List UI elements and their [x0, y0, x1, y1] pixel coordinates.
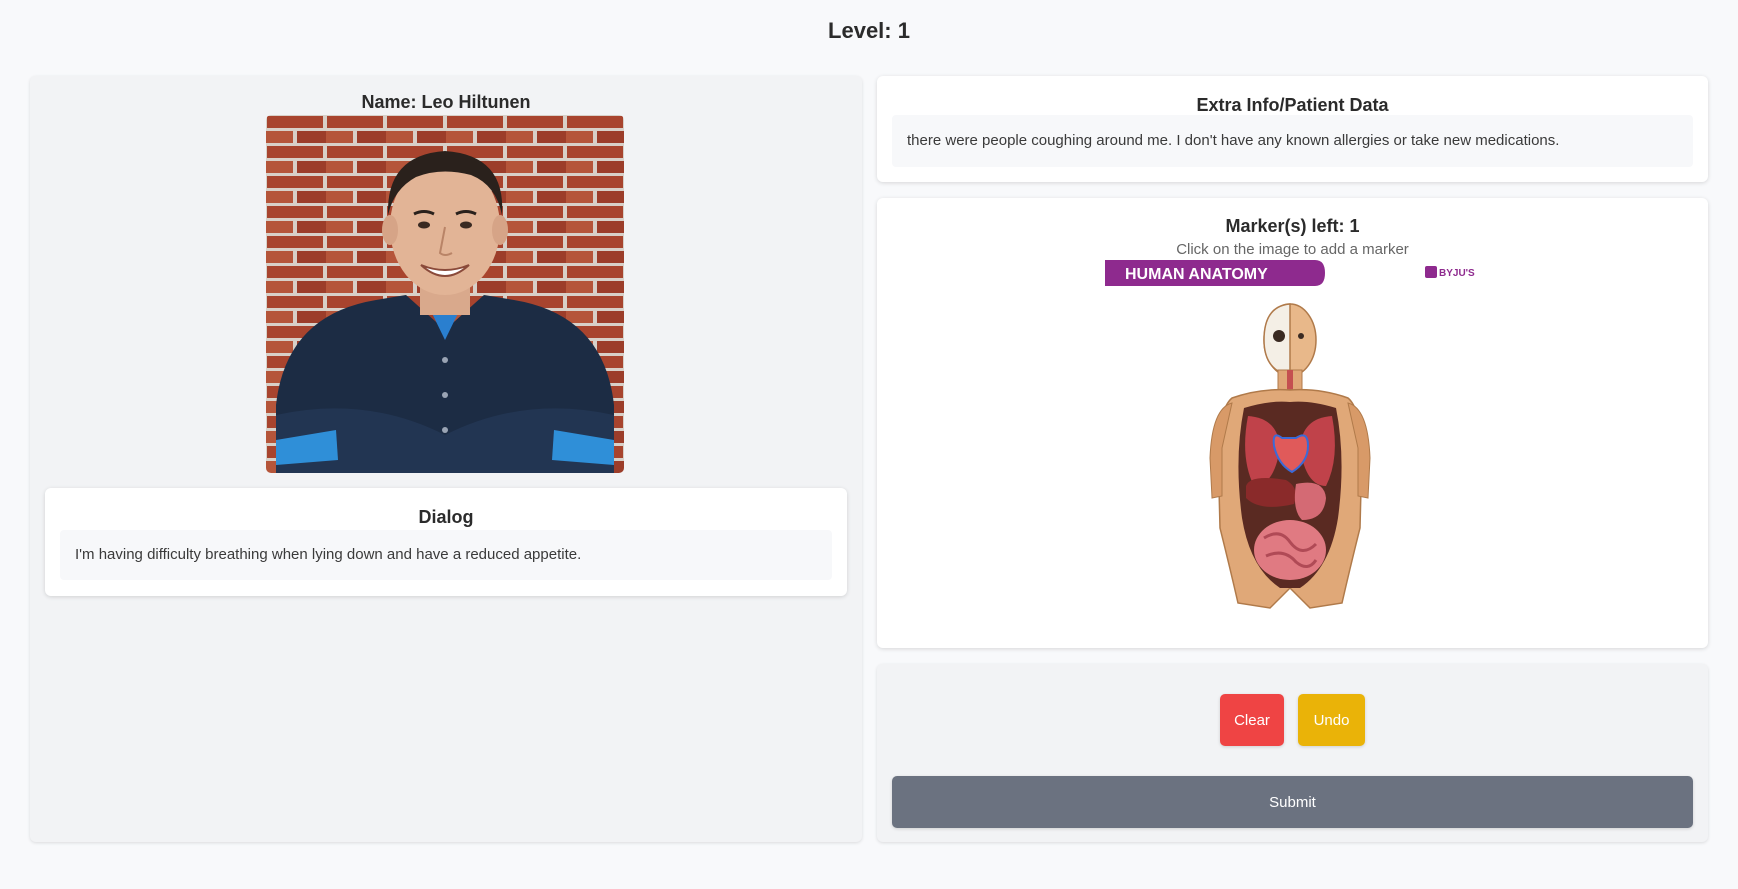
- anatomy-image[interactable]: HUMAN ANATOMY BYJU'S: [1105, 258, 1475, 618]
- extra-info-card: Extra Info/Patient Data there were peopl…: [877, 76, 1708, 182]
- extra-info-text: there were people coughing around me. I …: [892, 115, 1693, 167]
- dialog-card: Dialog I'm having difficulty breathing w…: [45, 488, 847, 596]
- undo-button[interactable]: Undo: [1298, 694, 1365, 746]
- dialog-text: I'm having difficulty breathing when lyi…: [60, 530, 832, 580]
- dialog-title: Dialog: [418, 507, 474, 527]
- markers-left-label: Marker(s) left: 1: [1225, 216, 1360, 236]
- brand-logo: BYJU'S: [1439, 268, 1475, 279]
- patient-panel: Name: Leo Hiltunen Dialog I'm having dif…: [30, 76, 862, 842]
- controls-panel: Clear Undo Submit: [877, 664, 1708, 842]
- level-title: Level: 1: [828, 18, 910, 43]
- patient-portrait: [266, 115, 624, 473]
- clear-button[interactable]: Clear: [1220, 694, 1284, 746]
- anatomy-banner-text: HUMAN ANATOMY: [1125, 266, 1268, 283]
- marker-hint: Click on the image to add a marker: [1176, 241, 1409, 258]
- patient-name: Name: Leo Hiltunen: [361, 92, 531, 112]
- submit-button[interactable]: Submit: [892, 776, 1693, 828]
- extra-info-title: Extra Info/Patient Data: [1196, 95, 1389, 115]
- anatomy-card: Marker(s) left: 1 Click on the image to …: [877, 198, 1708, 648]
